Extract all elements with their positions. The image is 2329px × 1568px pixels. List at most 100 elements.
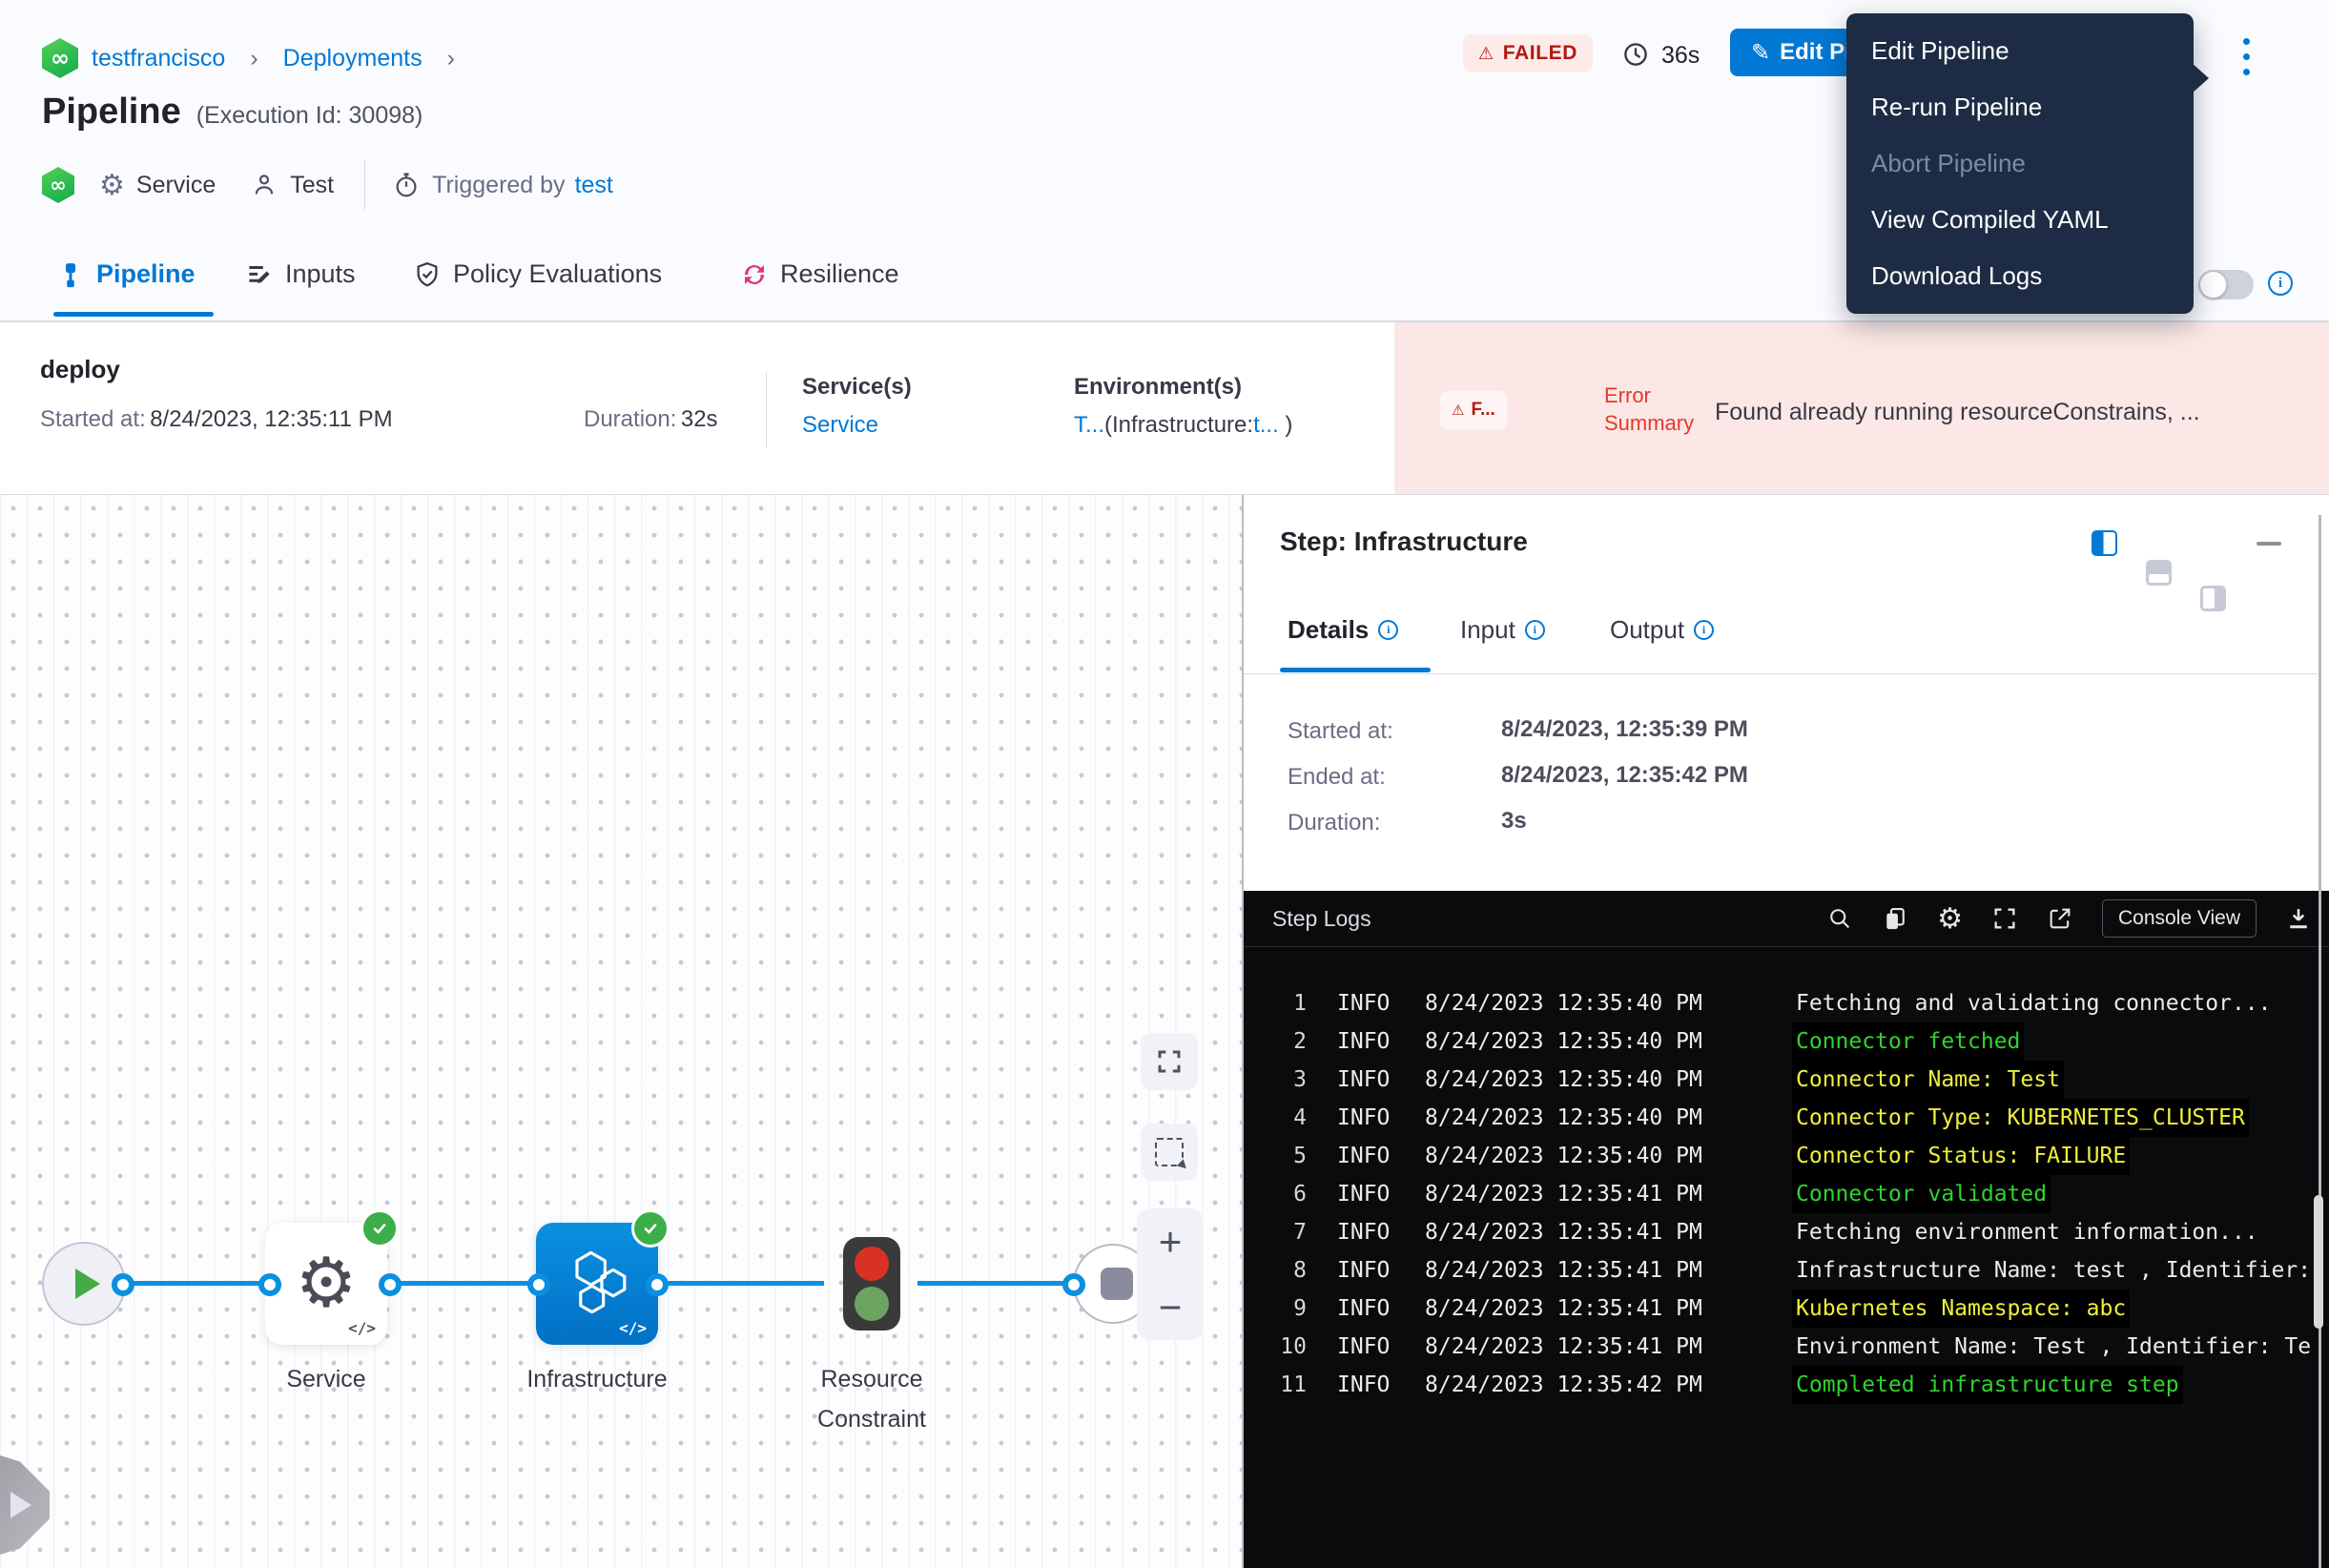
error-summary-label: Error Summary — [1604, 382, 1694, 437]
shield-check-icon — [413, 260, 442, 289]
breadcrumb-separator: › — [447, 45, 455, 72]
console-view-button[interactable]: Console View — [2102, 899, 2257, 938]
log-scrollbar-thumb[interactable] — [2314, 1195, 2323, 1329]
port — [1062, 1273, 1085, 1296]
node-label-service[interactable]: Service — [221, 1359, 431, 1399]
inputs-icon — [245, 260, 274, 289]
breadcrumb-deployments-link[interactable]: Deployments — [283, 45, 423, 72]
menu-item-abort-pipeline: Abort Pipeline — [1846, 135, 2194, 192]
info-icon[interactable] — [1694, 620, 1714, 640]
warning-icon: ⚠ — [1478, 44, 1494, 64]
edge-infrastructure-constraint — [658, 1281, 824, 1286]
node-label-infrastructure[interactable]: Infrastructure — [492, 1359, 702, 1399]
tab-resilience[interactable]: Resilience — [740, 259, 899, 289]
success-check-icon — [361, 1209, 399, 1248]
log-row: 3INFO8/24/2023 12:35:40 PMConnector Name… — [1242, 1061, 2329, 1099]
menu-item-download-logs[interactable]: Download Logs — [1846, 248, 2194, 304]
panel-scrollbar-track[interactable] — [2319, 515, 2321, 1568]
panel-tab-output-label: Output — [1610, 615, 1684, 645]
log-fullscreen-icon[interactable] — [1991, 905, 2018, 932]
log-row: 8INFO8/24/2023 12:35:41 PMInfrastructure… — [1242, 1251, 2329, 1289]
log-row: 11INFO8/24/2023 12:35:42 PMCompleted inf… — [1242, 1366, 2329, 1404]
fullscreen-icon — [1155, 1047, 1184, 1076]
stage-name[interactable]: deploy — [40, 355, 120, 384]
services-column-header: Service(s) — [802, 374, 912, 401]
minimize-panel-button[interactable] — [2257, 542, 2281, 546]
detail-duration-value: 3s — [1501, 808, 1527, 835]
breadcrumb: ∞ testfrancisco › Deployments › — [42, 38, 466, 78]
edge-service-infrastructure — [391, 1281, 536, 1286]
stopwatch-icon — [392, 171, 421, 199]
service-meta-label[interactable]: Service — [136, 172, 216, 199]
more-options-kebab-icon[interactable] — [2243, 38, 2250, 75]
meta-divider — [364, 160, 365, 210]
edge-start-service — [122, 1281, 269, 1286]
tab-inputs-label: Inputs — [285, 259, 356, 289]
layout-split-bottom-button[interactable] — [2146, 560, 2172, 586]
node-service[interactable]: ⚙ </> — [265, 1223, 387, 1345]
menu-item-rerun-pipeline[interactable]: Re-run Pipeline — [1846, 79, 2194, 135]
status-badge: ⚠ FAILED — [1463, 34, 1593, 72]
panel-tab-details-label: Details — [1288, 615, 1369, 645]
log-open-external-icon[interactable] — [2047, 905, 2073, 932]
test-meta-label[interactable]: Test — [290, 172, 334, 199]
node-resource-constraint-traffic-light-icon[interactable] — [843, 1237, 900, 1331]
environment-value: T...(Infrastructure:t... ) — [1074, 412, 1292, 439]
panel-tab-output[interactable]: Output — [1610, 615, 1714, 645]
detail-ended-value: 8/24/2023, 12:35:42 PM — [1501, 762, 1748, 789]
log-search-icon[interactable] — [1826, 905, 1853, 932]
panel-tab-input[interactable]: Input — [1460, 615, 1545, 645]
tab-pipeline[interactable]: Pipeline — [56, 259, 196, 289]
canvas-select-button[interactable] — [1141, 1124, 1198, 1181]
triggered-by-user-link[interactable]: test — [575, 172, 613, 199]
log-copy-icon[interactable] — [1882, 905, 1908, 932]
zoom-in-button[interactable]: + — [1159, 1222, 1183, 1262]
canvas-fullscreen-button[interactable] — [1141, 1033, 1198, 1090]
menu-item-view-compiled-yaml[interactable]: View Compiled YAML — [1846, 192, 2194, 248]
harness-cd-module-icon: ∞ — [42, 167, 74, 203]
infrastructure-link[interactable]: t... — [1253, 412, 1279, 438]
node-label-resource-constraint[interactable]: Resource Constraint — [767, 1359, 977, 1439]
chevron-right-icon — [10, 1492, 31, 1518]
log-row: 4INFO8/24/2023 12:35:40 PMConnector Type… — [1242, 1099, 2329, 1137]
execution-id: (Execution Id: 30098) — [196, 102, 423, 130]
breadcrumb-org-link[interactable]: testfrancisco — [92, 45, 225, 72]
detail-started-value: 8/24/2023, 12:35:39 PM — [1501, 716, 1748, 743]
layout-split-left-button[interactable] — [2092, 530, 2117, 556]
total-duration: 36s — [1661, 42, 1700, 70]
zoom-out-button[interactable]: − — [1159, 1288, 1183, 1328]
step-logs-header: Step Logs ⚙ Console View — [1242, 891, 2329, 947]
marquee-select-icon — [1155, 1138, 1184, 1166]
success-check-icon — [631, 1209, 670, 1248]
info-icon[interactable] — [1378, 620, 1398, 640]
layout-split-right-button[interactable] — [2200, 586, 2226, 611]
error-summary-message[interactable]: Found already running resourceConstrains… — [1715, 399, 2200, 426]
menu-arrow — [2192, 63, 2209, 93]
log-row: 2INFO8/24/2023 12:35:40 PMConnector fetc… — [1242, 1022, 2329, 1061]
panel-divider[interactable] — [1242, 495, 1244, 1568]
service-link[interactable]: Service — [802, 412, 878, 439]
view-toggle-switch[interactable] — [2198, 270, 2254, 299]
tab-pipeline-label: Pipeline — [96, 259, 196, 289]
info-icon[interactable] — [1525, 620, 1545, 640]
edge-constraint-end — [917, 1281, 1073, 1286]
log-settings-gear-icon[interactable]: ⚙ — [1937, 902, 1963, 936]
step-logs-title: Step Logs — [1272, 906, 1371, 932]
tab-policy-evaluations-label: Policy Evaluations — [453, 259, 662, 289]
log-download-icon[interactable] — [2285, 905, 2312, 932]
stage-started-at: Started at: 8/24/2023, 12:35:11 PM — [40, 406, 393, 433]
play-icon — [75, 1269, 100, 1299]
tab-policy-evaluations[interactable]: Policy Evaluations — [413, 259, 662, 289]
node-infrastructure[interactable]: </> — [536, 1223, 658, 1345]
environment-link[interactable]: T... — [1074, 412, 1104, 438]
port — [379, 1273, 402, 1296]
environments-column-header: Environment(s) — [1074, 374, 1242, 401]
step-logs-console: Step Logs ⚙ Console View — [1242, 891, 2329, 1568]
pipeline-canvas[interactable]: ⚙ </> Service </> Infrastructure — [0, 495, 1242, 1568]
tab-inputs[interactable]: Inputs — [245, 259, 356, 289]
menu-item-edit-pipeline[interactable]: Edit Pipeline — [1846, 23, 2194, 79]
log-row: 1INFO8/24/2023 12:35:40 PMFetching and v… — [1242, 984, 2329, 1022]
info-icon[interactable] — [2268, 271, 2293, 296]
template-code-icon: </> — [619, 1319, 647, 1337]
panel-tab-details[interactable]: Details — [1288, 615, 1398, 645]
